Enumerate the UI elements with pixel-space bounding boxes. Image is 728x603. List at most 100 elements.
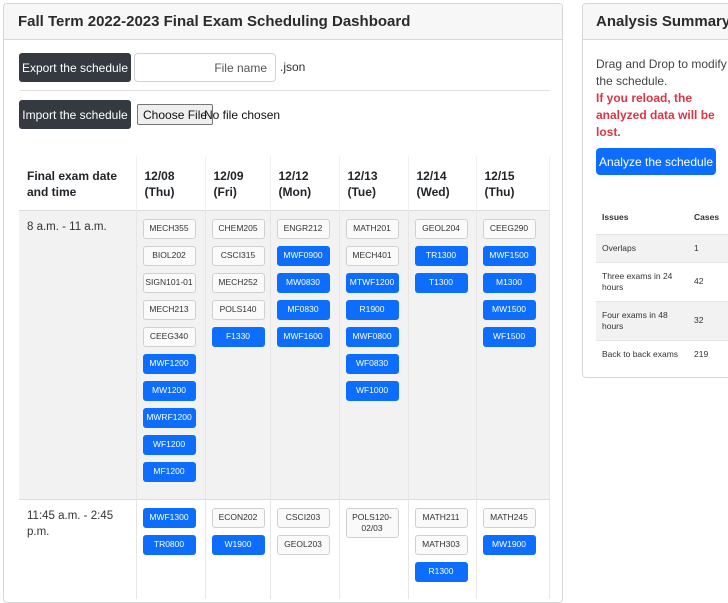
time-slot-label: 11:45 a.m. - 2:45 p.m. <box>19 499 137 599</box>
exam-drop-cell[interactable]: POLS120-02/03 <box>339 499 409 599</box>
reload-warning: If you reload, the analyzed data will be… <box>596 91 715 139</box>
exam-chip[interactable]: MW1500 <box>482 299 536 320</box>
day-header: 12/15 (Thu) <box>476 156 550 210</box>
import-schedule-button[interactable]: Import the schedule <box>19 100 131 129</box>
day-header: 12/12 (Mon) <box>270 156 340 210</box>
exam-chip[interactable]: CSCI315 <box>211 245 265 266</box>
exam-drop-cell[interactable]: CEEG290 MWF1500 M1300 MW1500 WF1500 <box>476 210 550 499</box>
exam-drop-cell[interactable]: ENGR212 MWF0900 MW0830 MF0830 MWF1600 <box>270 210 340 499</box>
exam-chip[interactable]: WF0830 <box>345 353 399 374</box>
issue-row: Four exams in 48 hours 32 <box>596 300 728 340</box>
exam-chip[interactable]: MF1200 <box>142 461 196 482</box>
issues-column-header: Issues <box>596 200 688 235</box>
issue-cases: 219 <box>688 339 728 368</box>
day-header: 12/08 (Thu) <box>136 156 206 210</box>
exam-chip[interactable]: T1300 <box>414 272 468 293</box>
exam-chip[interactable]: GEOL203 <box>276 534 330 555</box>
exam-drop-cell[interactable]: CSCI203 GEOL203 <box>270 499 340 599</box>
exam-chip[interactable]: MATH245 <box>482 507 536 528</box>
exam-chip[interactable]: MATH201 <box>345 218 399 239</box>
issue-row: Back to back exams 219 <box>596 339 728 368</box>
exam-chip[interactable]: GEOL204 <box>414 218 468 239</box>
issue-name: Back to back exams <box>596 339 688 368</box>
exam-chip[interactable]: MECH252 <box>211 272 265 293</box>
issue-name: Four exams in 48 hours <box>596 300 688 340</box>
exam-drop-cell[interactable]: MWF1300 TR0800 <box>136 499 206 599</box>
exam-drop-cell[interactable]: MATH211 MATH303 R1300 <box>408 499 477 599</box>
issue-cases: 32 <box>688 300 728 340</box>
exam-chip[interactable]: MATH303 <box>414 534 468 555</box>
exam-chip[interactable]: MECH355 <box>142 218 196 239</box>
exam-chip[interactable]: F1330 <box>211 326 265 347</box>
exam-chip[interactable]: CHEM205 <box>211 218 265 239</box>
exam-chip[interactable]: MECH213 <box>142 299 196 320</box>
exam-chip[interactable]: MW1900 <box>482 534 536 555</box>
file-extension-label: .json <box>280 60 306 74</box>
exam-chip[interactable]: TR1300 <box>414 245 468 266</box>
exam-chip[interactable]: CEEG290 <box>482 218 536 239</box>
exam-chip[interactable]: CEEG340 <box>142 326 196 347</box>
exam-chip[interactable]: M1300 <box>482 272 536 293</box>
exam-chip[interactable]: MWF1500 <box>482 245 536 266</box>
exam-chip[interactable]: MF0830 <box>276 299 330 320</box>
schedule-header-row: Final exam date and time 12/08 (Thu) 12/0… <box>19 156 550 210</box>
exam-drop-cell[interactable]: MATH201 MECH401 MTWF1200 R1900 MWF0800 WF0830… <box>339 210 409 499</box>
exam-drop-cell[interactable]: MECH355 BIOL202 SIGN101-01 MECH213 CEEG340 MW… <box>136 210 206 499</box>
time-slot-label: 8 a.m. - 11 a.m. <box>19 210 137 499</box>
export-schedule-button[interactable]: Export the schedule <box>19 53 131 82</box>
exam-chip[interactable]: R1900 <box>345 299 399 320</box>
divider <box>20 90 550 91</box>
exam-chip[interactable]: TR0800 <box>142 534 196 555</box>
file-name-input[interactable]: File name <box>134 53 276 82</box>
exam-chip[interactable]: MWF0800 <box>345 326 399 347</box>
issue-row: Overlaps 1 <box>596 233 728 262</box>
exam-drop-cell[interactable]: MATH245 MW1900 <box>476 499 550 599</box>
day-header: 12/09 (Fri) <box>205 156 271 210</box>
analysis-card: Analysis Summary Drag and Drop to modify… <box>582 3 728 378</box>
exam-chip[interactable]: MW1200 <box>142 380 196 401</box>
exam-chip[interactable]: POLS120-02/03 <box>345 507 399 538</box>
schedule-table: Final exam date and time 12/08 (Thu) 12/0… <box>19 156 550 599</box>
issue-cases: 42 <box>688 261 728 301</box>
exam-chip[interactable]: MWF1300 <box>142 507 196 528</box>
analysis-title: Analysis Summary <box>583 4 728 40</box>
drag-drop-instructions: Drag and Drop to modify the schedule. <box>596 57 727 88</box>
exam-chip[interactable]: ECON202 <box>211 507 265 528</box>
time-slot-row: 8 a.m. - 11 a.m. MECH355 BIOL202 SIGN101-01… <box>19 210 550 499</box>
exam-chip[interactable]: ENGR212 <box>276 218 330 239</box>
exam-chip[interactable]: W1900 <box>211 534 265 555</box>
exam-drop-cell[interactable]: CHEM205 CSCI315 MECH252 POLS140 F1330 <box>205 210 271 499</box>
exam-chip[interactable]: MTWF1200 <box>345 272 399 293</box>
exam-chip[interactable]: SIGN101-01 <box>142 272 196 293</box>
exam-chip[interactable]: MWF0900 <box>276 245 330 266</box>
time-column-header: Final exam date and time <box>19 156 137 210</box>
exam-chip[interactable]: MW0830 <box>276 272 330 293</box>
analyze-schedule-button[interactable]: Analyze the schedule <box>596 148 716 175</box>
exam-chip[interactable]: POLS140 <box>211 299 265 320</box>
cases-column-header: Cases <box>688 200 728 235</box>
issue-name: Three exams in 24 hours <box>596 261 688 301</box>
exam-chip[interactable]: WF1200 <box>142 434 196 455</box>
exam-chip[interactable]: WF1500 <box>482 326 536 347</box>
exam-chip[interactable]: MWF1200 <box>142 353 196 374</box>
issue-cases: 1 <box>688 233 728 262</box>
exam-chip[interactable]: BIOL202 <box>142 245 196 266</box>
exam-chip[interactable]: R1300 <box>414 561 468 582</box>
exam-chip[interactable]: WF1000 <box>345 380 399 401</box>
exam-chip[interactable]: CSCI203 <box>276 507 330 528</box>
exam-chip[interactable]: MWF1600 <box>276 326 330 347</box>
exam-chip[interactable]: MWRF1200 <box>142 407 196 428</box>
issue-row: Three exams in 24 hours 42 <box>596 261 728 301</box>
issue-name: Overlaps <box>596 233 688 262</box>
schedule-card: Fall Term 2022-2023 Final Exam Schedulin… <box>3 3 563 603</box>
exam-drop-cell[interactable]: ECON202 W1900 <box>205 499 271 599</box>
choose-file-button[interactable]: Choose File <box>137 104 214 125</box>
exam-drop-cell[interactable]: GEOL204 TR1300 T1300 <box>408 210 477 499</box>
time-slot-row: 11:45 a.m. - 2:45 p.m. MWF1300 TR0800 ECON2… <box>19 499 550 599</box>
issues-header-row: Issues Cases <box>596 200 728 235</box>
exam-chip[interactable]: MATH211 <box>414 507 468 528</box>
day-header: 12/14 (Wed) <box>408 156 477 210</box>
issues-table: Issues Cases Overlaps 1 Three exams in 24 … <box>596 200 728 368</box>
day-header: 12/13 (Tue) <box>339 156 409 210</box>
exam-chip[interactable]: MECH401 <box>345 245 399 266</box>
